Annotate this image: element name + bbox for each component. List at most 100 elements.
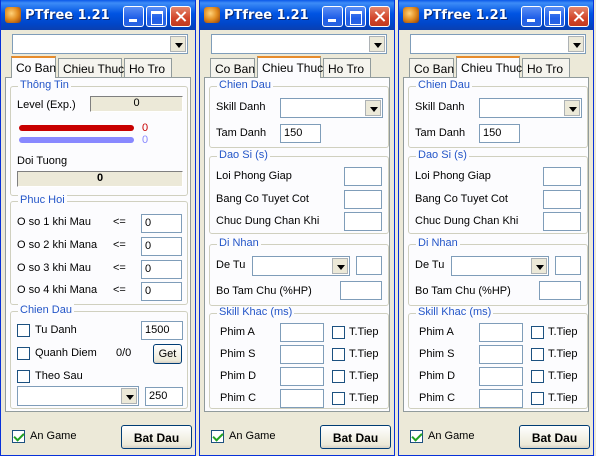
title-bar[interactable]: PTfree 1.21 [399, 0, 593, 30]
skill-key-input[interactable] [479, 389, 523, 408]
skill-key-input[interactable] [280, 367, 324, 386]
group-phuc-hoi: Phuc Hoi O so 1 khi Mau <= 0 O so 2 khi … [10, 194, 188, 305]
bo-tam-chu-input[interactable] [539, 281, 581, 300]
an-game-checkbox[interactable] [12, 430, 25, 443]
skill-key-input[interactable] [280, 323, 324, 342]
de-tu-select[interactable] [451, 256, 549, 276]
mp-value: 0 [142, 134, 149, 146]
start-button[interactable]: Bat Dau [320, 425, 391, 449]
tab-co-ban[interactable]: Co Ban [409, 58, 454, 77]
an-game-checkbox[interactable] [211, 430, 224, 443]
theo-sau-checkbox[interactable] [17, 370, 30, 383]
footer: An Game Bat Dau [200, 419, 394, 455]
dao-si-row-label: Chuc Dung Chan Khi [216, 215, 320, 227]
tam-danh-input[interactable]: 150 [280, 124, 321, 143]
restore-row-input[interactable]: 0 [141, 214, 182, 233]
t-tiep-checkbox[interactable] [332, 326, 345, 339]
group-chien-dau: Chien Dau Skill Danh Tam Danh 150 [209, 79, 389, 148]
group-title: Di Nhan [217, 237, 261, 249]
character-select[interactable] [211, 34, 387, 54]
theo-sau-select[interactable] [17, 386, 139, 406]
dao-si-row-input[interactable] [344, 167, 382, 186]
t-tiep-label: T.Tiep [548, 370, 578, 382]
close-button[interactable] [170, 6, 191, 27]
tu-danh-input[interactable]: 1500 [141, 321, 183, 340]
close-button[interactable] [568, 6, 589, 27]
tab-chieu-thuc[interactable]: Chieu Thuc [257, 56, 323, 78]
minimize-button[interactable] [123, 6, 144, 27]
de-tu-input[interactable] [555, 256, 581, 275]
restore-row-input[interactable]: 0 [141, 260, 182, 279]
dao-si-row-input[interactable] [344, 212, 382, 231]
tab-chieu-thuc[interactable]: Chieu Thuc [456, 56, 522, 78]
skill-key-input[interactable] [280, 389, 324, 408]
chevron-down-icon[interactable] [365, 100, 381, 116]
chevron-down-icon[interactable] [121, 388, 137, 404]
start-button[interactable]: Bat Dau [519, 425, 590, 449]
character-select[interactable] [12, 34, 188, 54]
start-button[interactable]: Bat Dau [121, 425, 192, 449]
t-tiep-label: T.Tiep [349, 392, 379, 404]
group-chien-dau: Chien Dau Tu Danh 1500 Quanh Diem 0/0 Ge… [10, 304, 188, 409]
skill-danh-select[interactable] [479, 98, 582, 118]
dao-si-row-input[interactable] [543, 190, 581, 209]
bo-tam-chu-input[interactable] [340, 281, 382, 300]
skill-key-input[interactable] [479, 367, 523, 386]
group-di-nhan: Di Nhan De Tu Bo Tam Chu (%HP) [408, 237, 588, 306]
minimize-button[interactable] [521, 6, 542, 27]
t-tiep-checkbox[interactable] [531, 326, 544, 339]
get-button[interactable]: Get [153, 344, 182, 364]
de-tu-input[interactable] [356, 256, 382, 275]
level-label: Level (Exp.) [17, 99, 76, 111]
t-tiep-checkbox[interactable] [531, 370, 544, 383]
skill-key-input[interactable] [479, 345, 523, 364]
skill-key-input[interactable] [280, 345, 324, 364]
tam-danh-input[interactable]: 150 [479, 124, 520, 143]
theo-sau-input[interactable]: 250 [145, 387, 183, 406]
chevron-down-icon[interactable] [369, 36, 385, 52]
group-title: Chien Dau [18, 304, 74, 316]
dao-si-row-input[interactable] [543, 167, 581, 186]
dao-si-row-input[interactable] [543, 212, 581, 231]
skill-danh-select[interactable] [280, 98, 383, 118]
tu-danh-checkbox[interactable] [17, 324, 30, 337]
quanh-diem-count: 0/0 [116, 347, 132, 359]
restore-row-op: <= [113, 262, 126, 274]
t-tiep-checkbox[interactable] [531, 348, 544, 361]
skill-key-input[interactable] [479, 323, 523, 342]
bo-tam-chu-label: Bo Tam Chu (%HP) [216, 285, 312, 297]
t-tiep-checkbox[interactable] [332, 392, 345, 405]
dao-si-row-label: Bang Co Tuyet Cot [216, 193, 309, 205]
chevron-down-icon[interactable] [531, 258, 547, 274]
t-tiep-checkbox[interactable] [332, 370, 345, 383]
chevron-down-icon[interactable] [332, 258, 348, 274]
chevron-down-icon[interactable] [564, 100, 580, 116]
maximize-button[interactable] [544, 6, 565, 27]
minimize-button[interactable] [322, 6, 343, 27]
t-tiep-label: T.Tiep [349, 326, 379, 338]
maximize-button[interactable] [345, 6, 366, 27]
title-bar[interactable]: PTfree 1.21 [1, 0, 195, 30]
tab-ho-tro[interactable]: Ho Tro [522, 58, 570, 77]
close-button[interactable] [369, 6, 390, 27]
tab-co-ban[interactable]: Co Ban [210, 58, 255, 77]
quanh-diem-checkbox[interactable] [17, 347, 30, 360]
tab-ho-tro[interactable]: Ho Tro [124, 58, 172, 77]
tab-ho-tro[interactable]: Ho Tro [323, 58, 371, 77]
skill-danh-label: Skill Danh [216, 101, 266, 113]
chevron-down-icon[interactable] [170, 36, 186, 52]
tab-chieu-thuc[interactable]: Chieu Thuc [58, 58, 124, 77]
t-tiep-checkbox[interactable] [531, 392, 544, 405]
an-game-checkbox[interactable] [410, 430, 423, 443]
maximize-button[interactable] [146, 6, 167, 27]
tab-co-ban[interactable]: Co Ban [11, 56, 56, 78]
dao-si-row-input[interactable] [344, 190, 382, 209]
de-tu-select[interactable] [252, 256, 350, 276]
restore-row-op: <= [113, 239, 126, 251]
title-bar[interactable]: PTfree 1.21 [200, 0, 394, 30]
character-select[interactable] [410, 34, 586, 54]
restore-row-input[interactable]: 0 [141, 282, 182, 301]
chevron-down-icon[interactable] [568, 36, 584, 52]
t-tiep-checkbox[interactable] [332, 348, 345, 361]
restore-row-input[interactable]: 0 [141, 237, 182, 256]
